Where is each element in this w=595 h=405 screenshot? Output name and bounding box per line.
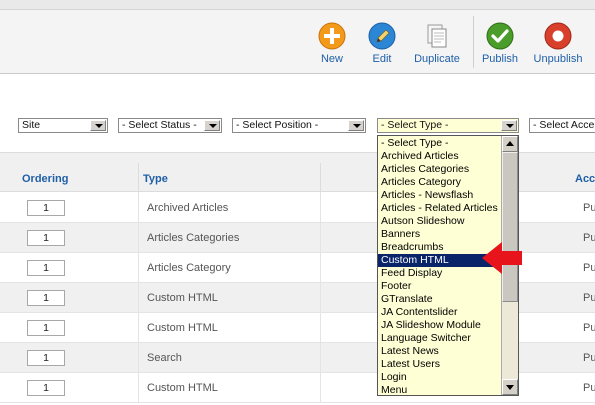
cell-divider <box>320 193 321 223</box>
dropdown-option[interactable]: Articles Category <box>378 176 501 189</box>
access-select-value: - Select Acce <box>533 119 595 131</box>
type-cell: Search <box>147 352 182 364</box>
position-select-value: - Select Position - <box>236 119 319 131</box>
status-select[interactable]: - Select Status - <box>118 118 222 133</box>
ordering-input[interactable]: 1 <box>27 290 65 306</box>
dropdown-option[interactable]: JA Contentslider <box>378 306 501 319</box>
dropdown-option[interactable]: Login <box>378 371 501 384</box>
unpublish-button[interactable]: Unpublish <box>526 22 590 68</box>
publish-button[interactable]: Publish <box>468 22 532 68</box>
dropdown-option[interactable]: JA Slideshow Module <box>378 319 501 332</box>
column-header-access[interactable]: Acc <box>575 173 595 185</box>
dropdown-option[interactable]: Latest Users <box>378 358 501 371</box>
cell-divider <box>320 223 321 253</box>
type-cell: Archived Articles <box>147 202 229 214</box>
cell-divider <box>138 223 139 253</box>
dropdown-option[interactable]: Articles - Related Articles <box>378 202 501 215</box>
column-divider <box>138 163 139 193</box>
ordering-input[interactable]: 1 <box>27 200 65 216</box>
dropdown-option[interactable]: Articles - Newsflash <box>378 189 501 202</box>
dropdown-option[interactable]: Latest News <box>378 345 501 358</box>
cell-divider <box>320 313 321 343</box>
cell-divider <box>138 283 139 313</box>
scrollbar-thumb[interactable] <box>502 152 518 302</box>
ordering-input[interactable]: 1 <box>27 320 65 336</box>
scroll-down-button[interactable] <box>502 379 518 395</box>
chevron-down-icon[interactable] <box>348 120 364 131</box>
plus-icon <box>318 22 346 50</box>
cell-divider <box>138 343 139 373</box>
type-cell: Custom HTML <box>147 292 218 304</box>
check-icon <box>486 22 514 50</box>
type-cell: Custom HTML <box>147 322 218 334</box>
access-cell[interactable]: Pu <box>583 382 595 394</box>
cell-divider <box>320 283 321 313</box>
chevron-down-icon[interactable] <box>204 120 220 131</box>
ordering-input[interactable]: 1 <box>27 380 65 396</box>
publish-button-label: Publish <box>481 53 519 65</box>
type-select-value: - Select Type - <box>381 119 449 131</box>
scroll-up-button[interactable] <box>502 136 518 152</box>
ordering-input[interactable]: 1 <box>27 350 65 366</box>
chevron-down-icon[interactable] <box>90 120 106 131</box>
copy-icon <box>427 24 447 48</box>
cell-divider <box>138 253 139 283</box>
access-cell[interactable]: Pu <box>583 352 595 364</box>
access-select[interactable]: - Select Acce <box>529 118 595 133</box>
dropdown-option[interactable]: Autson Slideshow <box>378 215 501 228</box>
top-strip <box>0 0 595 10</box>
chevron-down-icon <box>506 385 514 390</box>
chevron-down-icon[interactable] <box>501 120 517 131</box>
duplicate-button-label: Duplicate <box>414 53 460 65</box>
unpublish-button-label: Unpublish <box>533 53 583 65</box>
column-header-type[interactable]: Type <box>143 173 168 185</box>
cell-divider <box>320 343 321 373</box>
access-cell[interactable]: Pu <box>583 232 595 244</box>
type-cell: Articles Categories <box>147 232 240 244</box>
type-select[interactable]: - Select Type - <box>377 118 519 133</box>
chevron-up-icon <box>506 141 514 146</box>
type-cell: Articles Category <box>147 262 231 274</box>
cell-divider <box>138 373 139 403</box>
stop-icon <box>544 22 572 50</box>
dropdown-option[interactable]: Language Switcher <box>378 332 501 345</box>
cell-divider <box>138 193 139 223</box>
ordering-input[interactable]: 1 <box>27 230 65 246</box>
cell-divider <box>138 313 139 343</box>
dropdown-option[interactable]: - Select Type - <box>378 137 501 150</box>
red-arrow-icon <box>482 242 522 274</box>
dropdown-option[interactable]: Articles Categories <box>378 163 501 176</box>
dropdown-option[interactable]: Menu <box>378 384 501 395</box>
ordering-input[interactable]: 1 <box>27 260 65 276</box>
access-cell[interactable]: Pu <box>583 322 595 334</box>
access-cell[interactable]: Pu <box>583 202 595 214</box>
dropdown-option[interactable]: Footer <box>378 280 501 293</box>
column-divider <box>320 163 321 193</box>
position-select[interactable]: - Select Position - <box>232 118 366 133</box>
dropdown-option[interactable]: Archived Articles <box>378 150 501 163</box>
pencil-icon <box>368 22 396 50</box>
site-select-value: Site <box>22 119 41 131</box>
status-select-value: - Select Status - <box>122 119 197 131</box>
site-select[interactable]: Site <box>18 118 108 133</box>
access-cell[interactable]: Pu <box>583 262 595 274</box>
column-header-ordering[interactable]: Ordering <box>22 173 68 185</box>
type-cell: Custom HTML <box>147 382 218 394</box>
cell-divider <box>320 253 321 283</box>
access-cell[interactable]: Pu <box>583 292 595 304</box>
dropdown-option[interactable]: GTranslate <box>378 293 501 306</box>
cell-divider <box>320 373 321 403</box>
duplicate-button[interactable]: Duplicate <box>405 22 469 68</box>
